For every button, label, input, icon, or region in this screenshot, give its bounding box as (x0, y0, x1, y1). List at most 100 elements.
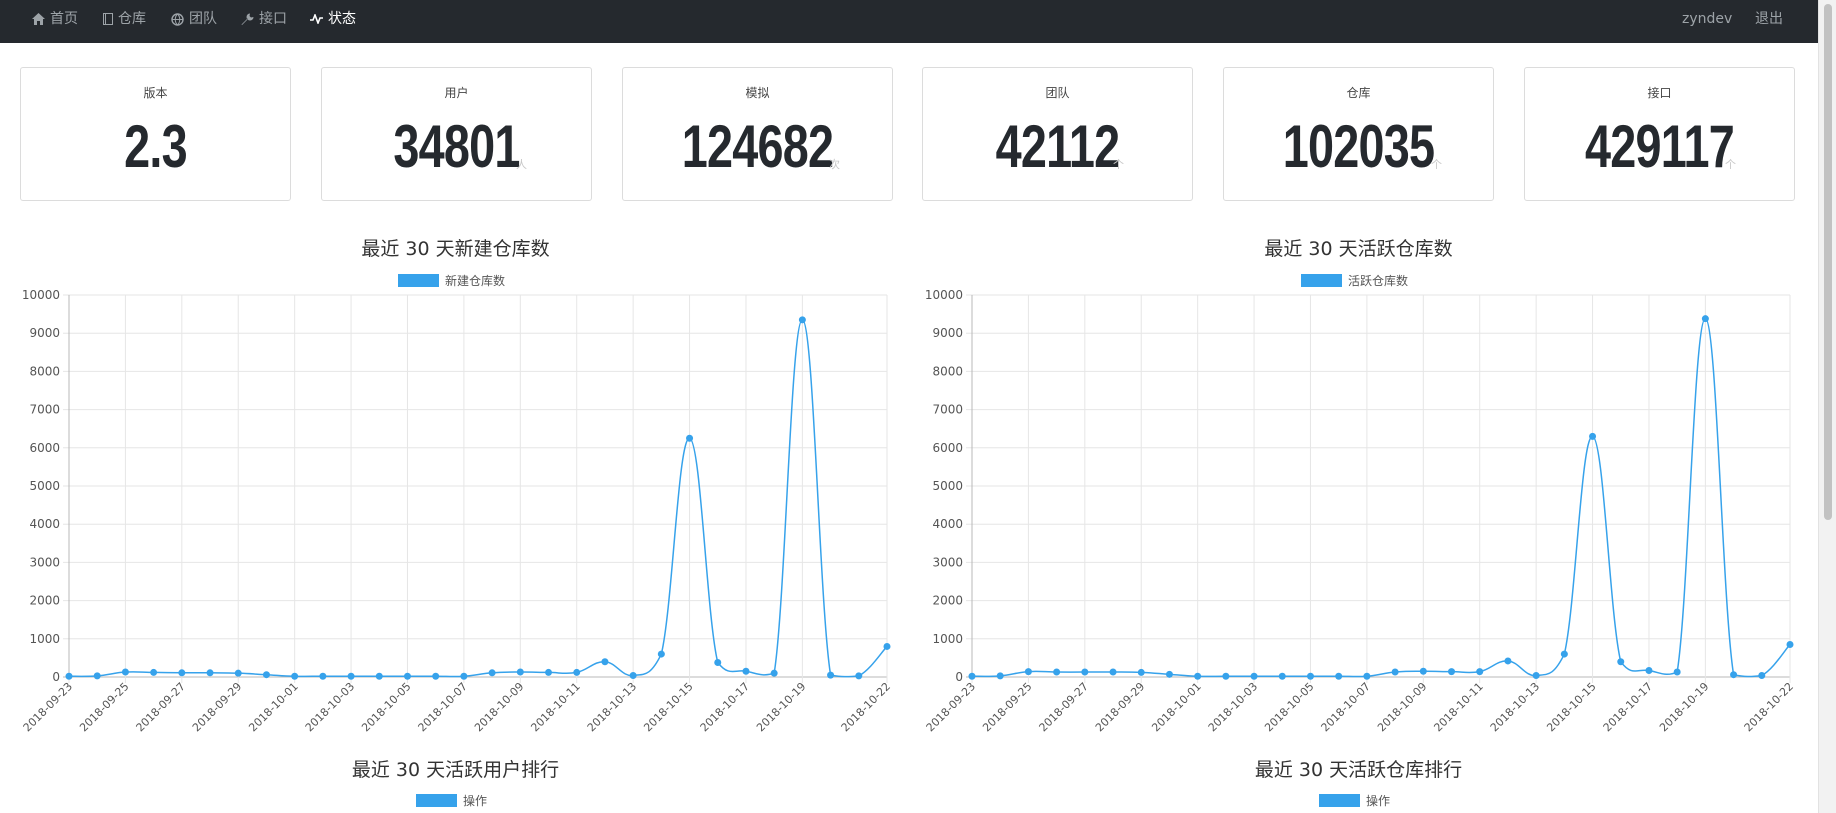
data-point (1081, 668, 1089, 676)
series-line (971, 317, 1791, 678)
data-point (1278, 672, 1286, 680)
data-point (1476, 668, 1484, 676)
x-tick-label: 2018-10-17 (1601, 680, 1655, 734)
data-point (742, 667, 750, 675)
x-tick-label: 2018-09-23 (924, 680, 978, 734)
y-tick-label: 10000 (22, 288, 60, 302)
data-point (1335, 672, 1343, 680)
y-tick-label: 4000 (29, 517, 60, 531)
data-point (121, 668, 129, 676)
data-point (1504, 657, 1512, 665)
x-tick-label: 2018-09-23 (21, 680, 75, 734)
line-chart-new-repos: 0 1000 2000 3000 4000 5000 6000 7000 8000 9000 100… (21, 288, 893, 734)
data-point (714, 658, 722, 666)
y-tick-label: 4000 (932, 517, 963, 531)
data-point (1363, 672, 1371, 680)
x-tick-label: 2018-10-01 (246, 680, 300, 734)
series-line (68, 319, 888, 678)
data-point (65, 672, 73, 680)
data-point (1730, 671, 1738, 679)
data-point (573, 668, 581, 676)
y-tick-label: 3000 (29, 555, 60, 569)
y-tick-label: 3000 (932, 555, 963, 569)
data-point (883, 642, 891, 650)
data-point (206, 669, 214, 677)
data-point (1532, 671, 1540, 679)
x-tick-label: 2018-10-11 (1431, 680, 1485, 734)
data-point (234, 669, 242, 677)
y-tick-label: 6000 (29, 441, 60, 455)
x-tick-label: 2018-10-19 (754, 680, 808, 734)
y-tick-label: 2000 (932, 594, 963, 608)
data-point (601, 658, 609, 666)
data-point (798, 316, 806, 324)
y-tick-label: 5000 (932, 479, 963, 493)
y-tick-label: 10000 (925, 288, 963, 302)
x-tick-label: 2018-10-03 (303, 680, 357, 734)
x-tick-label: 2018-10-13 (1488, 680, 1542, 734)
data-point (657, 650, 665, 658)
x-tick-label: 2018-10-13 (585, 680, 639, 734)
x-tick-label: 2018-10-01 (1149, 680, 1203, 734)
data-point (1617, 658, 1625, 666)
data-point (432, 672, 440, 680)
data-point (770, 669, 778, 677)
data-point (996, 672, 1004, 680)
legend-label: 操作 (463, 794, 488, 808)
data-point (516, 668, 524, 676)
x-tick-label: 2018-10-19 (1657, 680, 1711, 734)
data-point (375, 672, 383, 680)
y-tick-label: 9000 (932, 326, 963, 340)
chart-legend-active-users-rank[interactable]: 操作 (416, 792, 487, 809)
chart-legend-active-repos-rank[interactable]: 操作 (1319, 792, 1390, 809)
x-tick-label: 2018-10-05 (359, 680, 413, 734)
legend-label: 操作 (1366, 794, 1391, 808)
legend-swatch (416, 794, 457, 807)
page-scrollbar[interactable] (1818, 0, 1836, 813)
data-point (150, 668, 158, 676)
x-tick-label: 2018-10-17 (698, 680, 752, 734)
data-point (1194, 672, 1202, 680)
data-point (686, 434, 694, 442)
data-point (1419, 667, 1427, 675)
data-point (1024, 668, 1032, 676)
line-chart-active-repos: 0 1000 2000 3000 4000 5000 6000 7000 8000 9000 100… (924, 288, 1796, 734)
x-tick-label: 2018-10-07 (416, 680, 470, 734)
data-point (1673, 668, 1681, 676)
y-tick-label: 0 (955, 670, 963, 684)
data-point (488, 669, 496, 677)
y-tick-label: 7000 (932, 403, 963, 417)
data-point (629, 671, 637, 679)
x-tick-label: 2018-10-05 (1262, 680, 1316, 734)
x-tick-label: 2018-10-15 (1544, 680, 1598, 734)
data-point (319, 672, 327, 680)
x-tick-label: 2018-10-22 (839, 680, 893, 734)
y-tick-label: 1000 (932, 632, 963, 646)
x-tick-label: 2018-10-03 (1206, 680, 1260, 734)
x-tick-label: 2018-09-29 (1093, 680, 1147, 734)
x-tick-label: 2018-10-09 (1375, 680, 1429, 734)
data-point (545, 668, 553, 676)
data-point (1222, 672, 1230, 680)
y-tick-label: 0 (52, 670, 60, 684)
y-tick-label: 7000 (29, 403, 60, 417)
x-tick-label: 2018-09-29 (190, 680, 244, 734)
x-tick-label: 2018-09-25 (77, 680, 131, 734)
x-tick-label: 2018-10-07 (1319, 680, 1373, 734)
data-point (1645, 667, 1653, 675)
y-tick-label: 6000 (932, 441, 963, 455)
data-point (855, 672, 863, 680)
data-point (460, 672, 468, 680)
legend-swatch (1319, 794, 1360, 807)
data-point (1109, 668, 1117, 676)
scrollbar-thumb[interactable] (1824, 4, 1832, 520)
data-point (1786, 641, 1794, 649)
x-tick-label: 2018-09-27 (134, 680, 188, 734)
data-point (347, 672, 355, 680)
x-tick-label: 2018-09-25 (980, 680, 1034, 734)
data-point (1448, 668, 1456, 676)
data-point (968, 672, 976, 680)
y-tick-label: 5000 (29, 479, 60, 493)
data-point (1250, 672, 1258, 680)
y-tick-label: 8000 (932, 364, 963, 378)
